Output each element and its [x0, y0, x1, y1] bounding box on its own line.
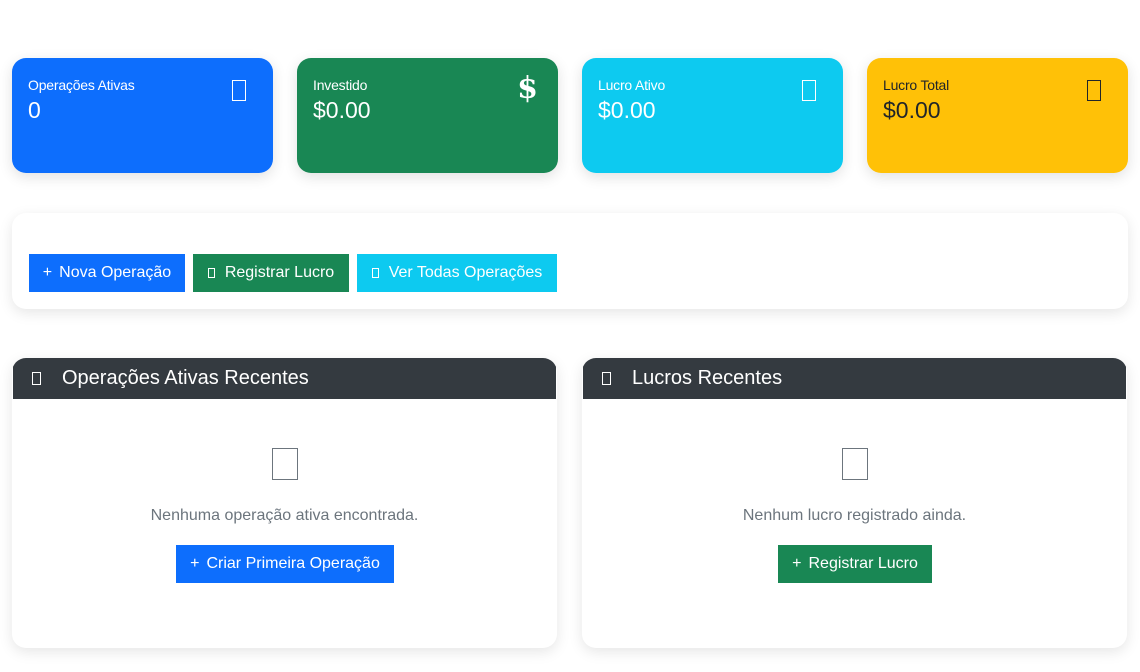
empty-state-text: Nenhum lucro registrado ainda. — [742, 507, 967, 524]
panel-title: Operações Ativas Recentes — [62, 367, 309, 389]
panel-title: Lucros Recentes — [632, 367, 783, 389]
money-icon — [207, 268, 215, 278]
coins-icon — [602, 372, 611, 385]
button-label: Criar Primeira Operação — [206, 555, 380, 572]
recent-operations-panel: Operações Ativas Recentes Nenhuma operaç… — [12, 358, 557, 648]
panel-header: Lucros Recentes — [583, 358, 1126, 399]
button-label: Nova Operação — [59, 264, 172, 281]
recent-profits-panel: Lucros Recentes Nenhum lucro registrado … — [582, 358, 1127, 648]
stat-value: $0.00 — [313, 97, 371, 123]
list-icon — [371, 268, 379, 278]
briefcase-icon — [232, 80, 246, 101]
inbox-icon — [271, 448, 298, 480]
stat-card-invested: Investido $0.00 $ — [297, 58, 558, 173]
panel-header: Operações Ativas Recentes — [13, 358, 556, 399]
create-first-operation-button[interactable]: + Criar Primeira Operação — [176, 545, 394, 583]
plus-icon: + — [190, 555, 200, 572]
register-profit-button[interactable]: + Registrar Lucro — [778, 545, 932, 583]
button-label: Registrar Lucro — [808, 555, 918, 572]
stat-value: $0.00 — [598, 97, 656, 123]
button-label: Registrar Lucro — [224, 264, 335, 281]
stat-card-total-profit: Lucro Total $0.00 — [867, 58, 1128, 173]
dollar-icon: $ — [517, 71, 538, 106]
plus-icon: + — [42, 264, 53, 281]
stat-card-active-profit: Lucro Ativo $0.00 — [582, 58, 843, 173]
new-operation-button[interactable]: + Nova Operação — [29, 254, 185, 292]
quick-actions-panel: + Nova Operação Registrar Lucro Ver Toda… — [12, 213, 1128, 309]
stat-label: Investido — [313, 77, 368, 93]
stat-card-active-operations: Operações Ativas 0 — [12, 58, 273, 173]
register-profit-button[interactable]: Registrar Lucro — [193, 254, 349, 292]
stat-value: 0 — [28, 97, 41, 123]
stat-value: $0.00 — [883, 97, 941, 123]
stat-label: Lucro Ativo — [598, 77, 666, 93]
chart-icon — [802, 80, 816, 101]
plus-icon: + — [792, 555, 802, 572]
trophy-icon — [1087, 80, 1101, 101]
clock-icon — [32, 372, 41, 385]
empty-state-text: Nenhuma operação ativa encontrada. — [150, 507, 419, 524]
button-label: Ver Todas Operações — [388, 264, 543, 281]
stat-label: Operações Ativas — [28, 77, 135, 93]
view-all-operations-button[interactable]: Ver Todas Operações — [357, 254, 557, 292]
stat-label: Lucro Total — [883, 77, 950, 93]
piggy-bank-icon — [841, 448, 868, 480]
